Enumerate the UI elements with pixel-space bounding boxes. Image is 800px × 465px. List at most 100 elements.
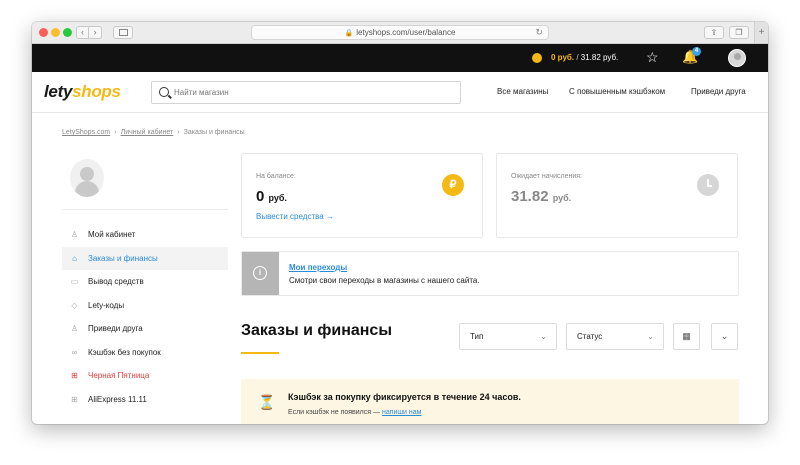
search-input[interactable] [174, 85, 454, 100]
ruble-icon: ₽ [442, 174, 464, 196]
tabs-icon: ❐ [735, 28, 743, 37]
contact-us-link[interactable]: напиши нам [382, 409, 422, 416]
history-nav: ‹ › [76, 26, 102, 39]
coin-icon [532, 53, 542, 63]
reload-icon[interactable]: ↻ [535, 26, 543, 39]
cashback-notice: ⏳ Кэшбэк за покупку фиксируется в течени… [241, 379, 739, 424]
link-icon: ∞ [71, 347, 78, 357]
notification-badge: 4 [692, 47, 701, 56]
address-bar[interactable]: 🔒 letyshops.com/user/balance ↻ [251, 25, 549, 40]
breadcrumb-account[interactable]: Личный кабинет [121, 129, 174, 136]
logo-text-shops: shops [72, 82, 121, 101]
pending-card: Ожидает начисления: 31.82 руб. [496, 153, 738, 238]
minimize-window-icon[interactable] [51, 28, 60, 37]
notice-text-prefix: Если кэшбэк не появился — [288, 409, 382, 416]
balance-summary[interactable]: 0 руб. / 31.82 руб. [551, 52, 618, 64]
pending-label: Ожидает начисления: [511, 173, 582, 180]
calendar-icon: ▦ [682, 331, 691, 341]
notice-text: Если кэшбэк не появился — напиши нам [288, 408, 421, 417]
sidebar-item-label: Lety-коды [88, 300, 125, 310]
close-window-icon[interactable] [39, 28, 48, 37]
share-icon: ⇪ [710, 28, 718, 37]
sidebar-item-label: Приведи друга [88, 324, 143, 333]
favorites-icon[interactable]: ☆ [646, 49, 659, 65]
sidebar-item-label: Вывод средств [88, 277, 144, 286]
type-filter-label: Тип [470, 332, 484, 341]
info-banner-side: i [242, 252, 279, 295]
sidebar-item-withdraw[interactable]: ▭ Вывод средств [62, 270, 228, 294]
sidebar-menu: ♙ Мой кабинет ⌂ Заказы и финансы ▭ Вывод ср… [62, 223, 228, 411]
tag-icon: ◇ [71, 300, 78, 310]
info-banner-text: Смотри свои переходы в магазины с нашего… [289, 276, 480, 285]
sidebar-item-black-friday[interactable]: ⊞ Черная Пятница [62, 364, 228, 388]
breadcrumb-home[interactable]: LetyShops.com [62, 129, 110, 136]
browser-window: ‹ › 🔒 letyshops.com/user/balance ↻ ⇪ ❐ + … [32, 22, 768, 424]
account-bar: 0 руб. / 31.82 руб. ☆ 🔔 4 [32, 44, 768, 72]
sidebar-item-my-account[interactable]: ♙ Мой кабинет [62, 223, 228, 247]
forward-button[interactable]: › [89, 26, 102, 39]
pending-currency: руб. [552, 193, 572, 203]
pending-value: 31.82 руб. [511, 188, 571, 207]
gift-icon: ⊞ [71, 371, 78, 380]
sidebar-item-label: AliExpress 11.11 [88, 394, 147, 404]
share-button[interactable]: ⇪ [704, 26, 724, 39]
nav-increased-cashback[interactable]: С повышенным кэшбэком [569, 87, 665, 97]
date-filter-button[interactable]: ▦ [673, 323, 700, 350]
breadcrumb-separator: › [114, 129, 117, 136]
sidebar-item-invite-friend[interactable]: ♙ Приведи друга [62, 317, 228, 341]
info-icon: i [253, 266, 267, 280]
avatar[interactable] [728, 49, 746, 67]
breadcrumb-separator: › [177, 129, 180, 136]
breadcrumb: LetyShops.com › Личный кабинет › Заказы и фи… [62, 128, 245, 137]
status-filter-label: Статус [577, 332, 603, 341]
zoom-window-icon[interactable] [63, 28, 72, 37]
user-icon: ♙ [70, 230, 79, 239]
page-title: Заказы и финансы [241, 322, 392, 339]
nav-invite-friend[interactable]: Приведи друга [691, 87, 746, 97]
profile-picture[interactable] [70, 159, 104, 197]
lock-icon: 🔒 [344, 30, 354, 37]
back-button[interactable]: ‹ [76, 26, 89, 39]
avatar-body [75, 181, 99, 197]
sidebar-icon [119, 29, 128, 36]
breadcrumb-current: Заказы и финансы [183, 129, 245, 136]
sidebar-toggle-button[interactable] [113, 26, 133, 39]
status-filter-select[interactable]: Статус ⌄ [566, 323, 664, 350]
sidebar-item-lety-codes[interactable]: ◇ Lety-коды [62, 294, 228, 318]
balance-number: 0 [256, 188, 265, 205]
logo[interactable]: letyshops [44, 82, 121, 102]
tabs-overview-button[interactable]: ❐ [729, 26, 749, 39]
search-box [151, 81, 461, 104]
balance-label: На балансе: [256, 173, 296, 180]
search-icon [159, 87, 169, 97]
screen: ‹ › 🔒 letyshops.com/user/balance ↻ ⇪ ❐ + … [0, 0, 800, 465]
site-header: letyshops Все магазины С повышенным кэшб… [32, 72, 768, 113]
balance-card: На балансе: 0 руб. Вывести средства → ₽ [241, 153, 483, 238]
info-banner: i Мои переходы Смотри свои переходы в ма… [241, 251, 739, 296]
wallet-icon: ▭ [70, 277, 79, 286]
balance-value: 0 руб. [256, 188, 287, 207]
gift-icon: ⊞ [71, 394, 78, 404]
browser-toolbar: ‹ › 🔒 letyshops.com/user/balance ↻ ⇪ ❐ + [32, 22, 768, 44]
sidebar-item-orders[interactable]: ⌂ Заказы и финансы [62, 246, 228, 270]
url-text: letyshops.com/user/balance [356, 28, 456, 37]
sidebar-item-aliexpress[interactable]: ⊞ AliExpress 11.11 [62, 388, 228, 412]
balance-amount: 0 руб. [551, 53, 575, 62]
title-underline [241, 352, 279, 354]
pending-amount: 31.82 руб. [580, 53, 619, 62]
notice-title: Кэшбэк за покупку фиксируется в течение … [288, 392, 521, 402]
add-user-icon: ♙ [70, 324, 79, 333]
my-clicks-link[interactable]: Мои переходы [289, 263, 347, 273]
expand-filters-button[interactable]: ⌄ [711, 323, 738, 350]
withdraw-link[interactable]: Вывести средства → [256, 212, 334, 222]
sidebar-item-label: Черная Пятница [88, 371, 150, 380]
sidebar-item-label: Кэшбэк без покупок [88, 347, 161, 357]
sidebar-item-cashback-no-purchase[interactable]: ∞ Кэшбэк без покупок [62, 341, 228, 365]
sidebar-item-label: Мой кабинет [88, 230, 136, 239]
sidebar-divider [62, 209, 228, 210]
balance-currency: руб. [268, 193, 287, 203]
nav-all-stores[interactable]: Все магазины [497, 87, 548, 97]
type-filter-select[interactable]: Тип ⌄ [459, 323, 557, 350]
bag-icon: ⌂ [72, 253, 77, 263]
new-tab-button[interactable]: + [754, 22, 768, 43]
